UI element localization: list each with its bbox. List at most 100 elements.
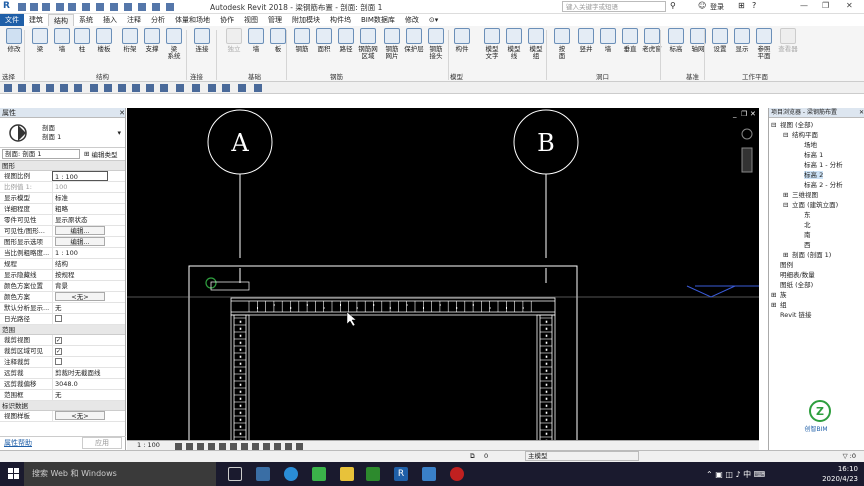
filter-icon[interactable]: ⧉ <box>470 451 475 462</box>
ribbon-group-label[interactable]: 基础 <box>248 71 261 81</box>
browser-item[interactable]: 标高 1 - 分析 <box>771 160 864 170</box>
wall-opening-button[interactable]: 墙 <box>596 28 620 53</box>
login-link[interactable]: 登录 <box>710 2 724 12</box>
minimize-icon[interactable]: — <box>800 1 808 10</box>
property-value[interactable]: 3048.0 <box>52 379 108 389</box>
expand-icon[interactable]: ⊟ <box>783 200 792 210</box>
tab-7[interactable]: 体量和场地 <box>170 14 215 26</box>
app-icon-3[interactable] <box>422 467 436 481</box>
wechat-icon[interactable] <box>312 467 326 481</box>
section-drawing[interactable]: _ ❐ ✕ A B <box>127 108 759 440</box>
property-value[interactable]: 100 <box>52 182 108 192</box>
rebar-button[interactable]: 钢筋 <box>290 28 314 53</box>
apply-button[interactable]: 应用 <box>82 437 122 449</box>
app-icon-1[interactable] <box>256 467 270 481</box>
instance-selector[interactable]: 剖面: 剖面 1 <box>2 149 80 159</box>
property-edit-button[interactable]: <无> <box>55 411 105 420</box>
expand-icon[interactable]: ⊞ <box>783 190 792 200</box>
property-value[interactable]: 粗略 <box>52 204 108 214</box>
by-face-button[interactable]: 按 面 <box>550 28 574 60</box>
brace-button[interactable]: 支撑 <box>140 28 164 53</box>
binoculars-icon[interactable]: ⚲ <box>670 1 676 10</box>
tab-14[interactable]: 修改 <box>400 14 424 26</box>
crop-region[interactable] <box>188 265 578 440</box>
tab-10[interactable]: 管理 <box>263 14 287 26</box>
property-edit-button[interactable]: <无> <box>55 292 105 301</box>
property-value[interactable]: ✓ <box>52 346 108 356</box>
property-value[interactable]: 无 <box>52 390 108 400</box>
modify-button[interactable]: 修改 <box>2 28 26 53</box>
model-group-button[interactable]: 模型 组 <box>524 28 548 60</box>
property-value[interactable] <box>52 357 108 367</box>
property-value[interactable]: 结构 <box>52 259 108 269</box>
property-value[interactable]: 标准 <box>52 193 108 203</box>
properties-section[interactable]: 标识数据 <box>0 401 125 411</box>
browser-item[interactable]: ⊟ 结构平面 <box>771 130 864 140</box>
expand-icon[interactable]: ⊞ <box>783 250 792 260</box>
tab-6[interactable]: 分析 <box>146 14 170 26</box>
revit-taskbar-icon[interactable]: R <box>394 467 408 481</box>
property-value[interactable]: <无> <box>52 292 108 302</box>
area-button[interactable]: 面积 <box>312 28 336 53</box>
tab-8[interactable]: 协作 <box>215 14 239 26</box>
tab-0[interactable]: 文件 <box>0 14 24 26</box>
path-button[interactable]: 路径 <box>334 28 358 53</box>
isolated-button[interactable]: 独立 <box>222 28 246 53</box>
browser-item[interactable]: ⊟ 立面 (建筑立面) <box>771 200 864 210</box>
set-button[interactable]: 设置 <box>708 28 732 53</box>
view-window-controls[interactable]: _ ❐ ✕ <box>732 110 756 118</box>
browser-item[interactable]: 标高 2 - 分析 <box>771 180 864 190</box>
maximize-icon[interactable]: ❐ <box>822 1 829 10</box>
property-value[interactable]: 编辑... <box>52 237 108 247</box>
browser-item[interactable]: 南 <box>771 230 864 240</box>
browser-item[interactable]: ⊞ 三维视图 <box>771 190 864 200</box>
property-value[interactable]: 剪裁时无截面线 <box>52 368 108 378</box>
expand-icon[interactable]: ⊞ <box>771 290 780 300</box>
selection-filter-icon[interactable]: ▽ :0 <box>843 451 856 462</box>
system-clock[interactable]: 16:10 2020/4/23 <box>822 464 858 484</box>
edit-type-icon[interactable]: ⊞ <box>84 150 89 158</box>
drawing-viewport[interactable]: _ ❐ ✕ A B <box>127 108 759 440</box>
navigation-bar[interactable] <box>741 147 753 173</box>
tab-1[interactable]: 建筑 <box>24 14 48 26</box>
ribbon-group-label[interactable]: 钢筋 <box>330 71 343 81</box>
browser-item[interactable]: 图纸 (全部) <box>771 280 864 290</box>
file-explorer-icon[interactable] <box>340 467 354 481</box>
browser-item[interactable]: 标高 1 <box>771 150 864 160</box>
tab-4[interactable]: 插入 <box>98 14 122 26</box>
browser-item[interactable]: ⊞ 组 <box>771 300 864 310</box>
model-line-button[interactable]: 模型 线 <box>502 28 526 60</box>
level-button[interactable]: 标高 <box>664 28 688 53</box>
browser-item[interactable]: 东 <box>771 210 864 220</box>
browser-item[interactable]: 北 <box>771 220 864 230</box>
checkbox[interactable] <box>55 315 62 322</box>
checkbox[interactable] <box>55 358 62 365</box>
expand-icon[interactable]: ⊟ <box>771 120 780 130</box>
edit-type-button[interactable]: 编辑类型 <box>91 149 117 159</box>
ribbon-group-label[interactable]: 选择 <box>2 71 15 81</box>
column-button[interactable]: 柱 <box>70 28 94 53</box>
truss-button[interactable]: 桁架 <box>118 28 142 53</box>
vertical-button[interactable]: 垂直 <box>618 28 642 53</box>
browser-icon[interactable] <box>284 467 298 481</box>
browser-item[interactable]: 明细表/数量 <box>771 270 864 280</box>
task-view-icon[interactable] <box>228 467 242 481</box>
beam-system-button[interactable]: 梁 系统 <box>162 28 186 60</box>
browser-item[interactable]: 标高 2 <box>771 170 864 180</box>
properties-help-link[interactable]: 属性帮助 <box>4 438 32 448</box>
fabric-sheet-button[interactable]: 钢筋 网片 <box>380 28 404 60</box>
browser-item[interactable]: ⊞ 剖面 (剖面 1) <box>771 250 864 260</box>
property-value[interactable] <box>52 314 108 324</box>
model-selector[interactable]: 主模型 <box>525 451 639 461</box>
close-icon[interactable]: ✕ <box>859 108 864 117</box>
model-text-button[interactable]: 模型 文字 <box>480 28 504 60</box>
tab-13[interactable]: BIM数据库 <box>356 14 400 26</box>
tab-12[interactable]: 构件坞 <box>325 14 356 26</box>
ref-plane-button[interactable]: 参照 平面 <box>752 28 776 60</box>
ribbon-group-label[interactable]: 结构 <box>96 71 109 81</box>
shaft-button[interactable]: 竖井 <box>574 28 598 53</box>
wall-foundation-button[interactable]: 墙 <box>244 28 268 53</box>
tab-3[interactable]: 系统 <box>74 14 98 26</box>
revit-logo[interactable]: R <box>3 1 10 11</box>
close-icon[interactable]: ✕ <box>119 108 125 117</box>
